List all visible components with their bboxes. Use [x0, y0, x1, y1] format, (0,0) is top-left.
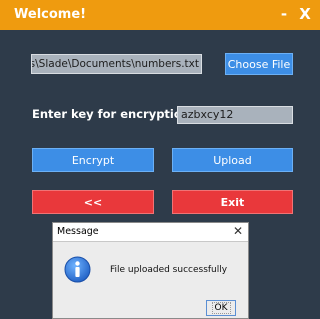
ok-button[interactable]: OK [206, 300, 236, 316]
file-path-value: sers\Slade\Documents\numbers.txt [31, 58, 199, 70]
encryption-key-input[interactable]: azbxcy12 [177, 106, 293, 124]
message-dialog: Message ✕ File uploaded successfully OK [52, 222, 249, 319]
exit-button[interactable]: Exit [172, 190, 293, 214]
back-button[interactable]: << [32, 190, 154, 214]
dialog-title-bar[interactable]: Message ✕ [53, 223, 248, 242]
dialog-message: File uploaded successfully [110, 265, 228, 275]
ok-button-label: OK [211, 302, 231, 314]
encryption-key-label: Enter key for encryption : [32, 107, 199, 121]
close-button[interactable]: X [298, 5, 312, 23]
dialog-close-icon[interactable]: ✕ [231, 224, 245, 239]
window-title: Welcome! [14, 7, 87, 22]
info-icon [64, 256, 91, 283]
title-bar[interactable]: Welcome! - X [0, 0, 320, 30]
encrypt-button[interactable]: Encrypt [32, 148, 154, 172]
file-path-field[interactable]: sers\Slade\Documents\numbers.txt [31, 54, 202, 74]
minimize-button[interactable]: - [278, 5, 290, 23]
upload-button[interactable]: Upload [172, 148, 293, 172]
dialog-title: Message [57, 226, 99, 237]
choose-file-button[interactable]: Choose File [225, 53, 293, 75]
